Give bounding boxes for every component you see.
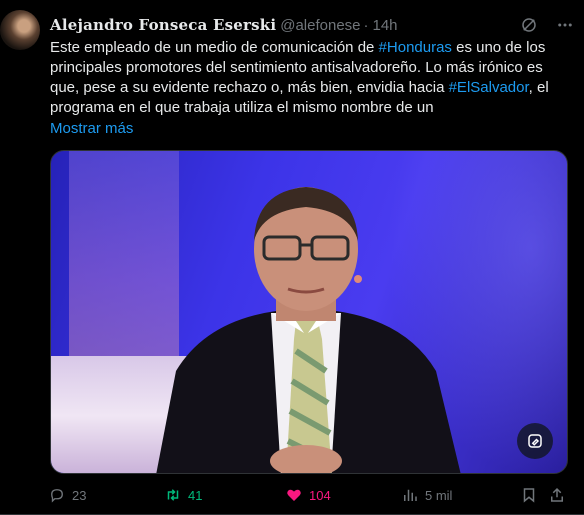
more-options-icon[interactable]	[556, 16, 574, 34]
hashtag-honduras[interactable]: #Honduras	[379, 39, 452, 56]
person-image	[156, 187, 461, 473]
reply-button[interactable]: 23	[48, 484, 86, 506]
reply-count: 23	[72, 487, 87, 503]
repost-icon	[167, 489, 179, 501]
tweet[interactable]: Alejandro Fonseca Eserski @alefonese · 1…	[0, 0, 584, 515]
media-edit-icon	[528, 434, 542, 448]
like-button[interactable]: 104	[285, 484, 331, 506]
tweet-text-part1: Este empleado de un medio de comunicació…	[50, 39, 379, 56]
heart-icon	[287, 489, 301, 501]
bookmark-icon	[523, 488, 535, 503]
tweet-video[interactable]	[50, 150, 568, 474]
repost-count: 41	[188, 487, 203, 503]
views-count: 5 mil	[425, 487, 453, 503]
views-button[interactable]: 5 mil	[401, 484, 452, 506]
media-tag-button[interactable]	[517, 423, 553, 459]
hashtag-elsalvador[interactable]: #ElSalvador	[449, 79, 529, 96]
avatar[interactable]	[0, 10, 40, 50]
share-button[interactable]	[548, 484, 566, 506]
timestamp[interactable]: 14h	[373, 17, 398, 34]
repost-button[interactable]: 41	[164, 484, 202, 506]
like-count: 104	[309, 487, 331, 503]
show-more-link[interactable]: Mostrar más	[50, 119, 133, 139]
share-icon	[551, 487, 563, 502]
header-icons	[520, 16, 574, 34]
author-name[interactable]: Alejandro Fonseca Eserski	[50, 16, 276, 34]
bookmark-button[interactable]	[520, 484, 538, 506]
views-icon	[404, 489, 417, 501]
action-bar: 23 41 104 5 mil	[48, 484, 568, 506]
grok-icon[interactable]	[520, 16, 538, 34]
tweet-text: Este empleado de un medio de comunicació…	[50, 38, 570, 118]
author-handle[interactable]: @alefonese	[280, 17, 360, 34]
tweet-header: Alejandro Fonseca Eserski @alefonese · 1…	[50, 14, 574, 36]
reply-icon	[51, 489, 63, 503]
separator: ·	[363, 16, 369, 34]
